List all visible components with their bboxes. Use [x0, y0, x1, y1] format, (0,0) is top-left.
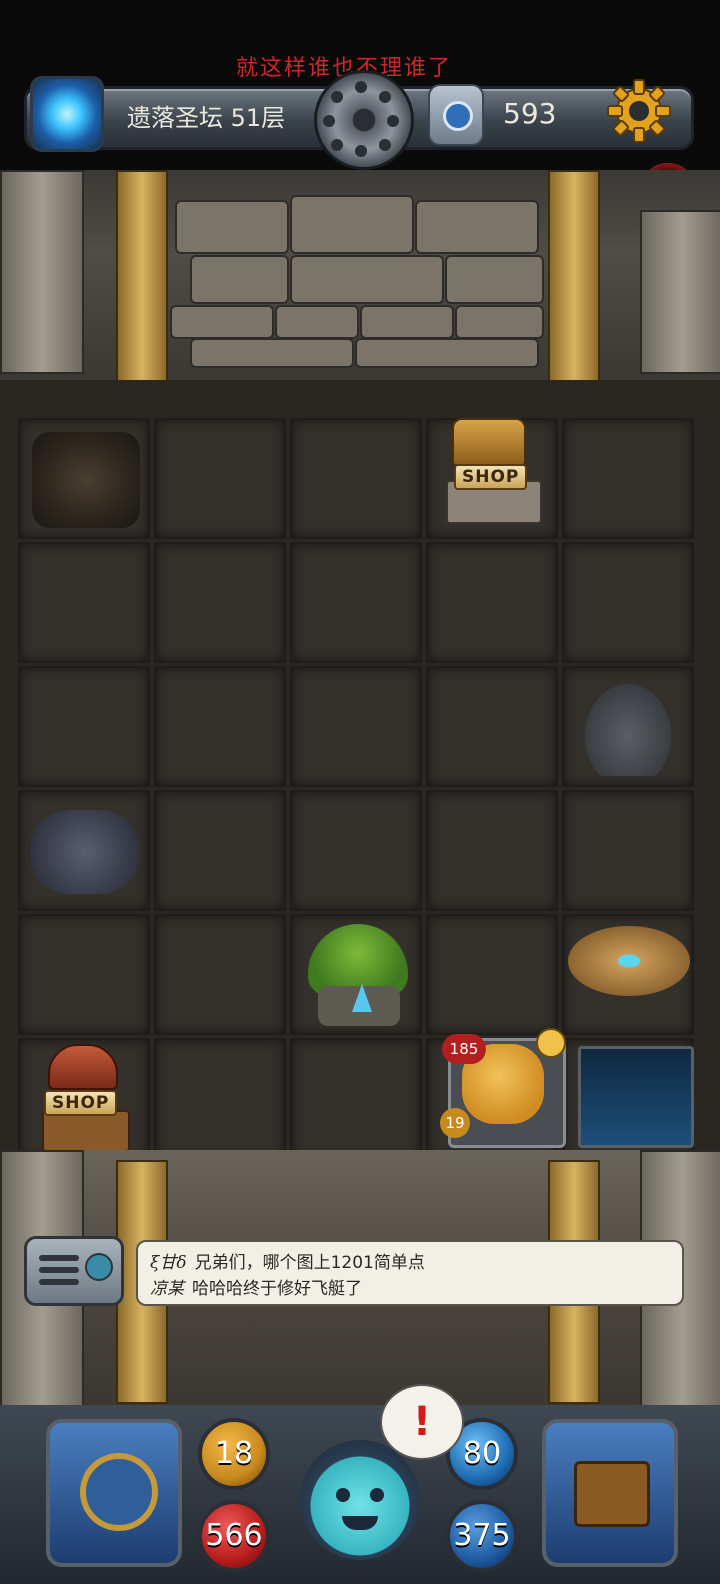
- grid-cell[interactable]: [562, 418, 694, 539]
- grid-cell[interactable]: [290, 418, 422, 539]
- grid-cell[interactable]: [290, 666, 422, 787]
- dungeon-wall: [0, 170, 720, 382]
- hero-level-bubble: 19: [440, 1108, 470, 1138]
- grid-cell[interactable]: [154, 914, 286, 1035]
- armored-blob-enemy-icon[interactable]: [30, 810, 140, 894]
- grid-cell[interactable]: [290, 1038, 422, 1159]
- grid-cell[interactable]: [290, 542, 422, 663]
- mascot-icon[interactable]: [300, 1440, 420, 1560]
- chat-message: ξ甘δ 兄弟们，哪个图上1201简单点: [150, 1248, 425, 1273]
- weapon-badge-icon: [536, 1028, 566, 1058]
- pit-hole-icon[interactable]: [32, 432, 140, 528]
- grid-cell[interactable]: [426, 790, 558, 911]
- shop-sign: SHOP: [454, 464, 528, 490]
- altar-icon[interactable]: [568, 926, 690, 996]
- alert-bubble[interactable]: !: [380, 1384, 464, 1460]
- inventory-button[interactable]: [542, 1419, 678, 1567]
- grid-cell[interactable]: [18, 914, 150, 1035]
- grid-cell[interactable]: [18, 666, 150, 787]
- chat-text: 兄弟们，哪个图上1201简单点: [194, 1253, 425, 1273]
- dungeon-grid: SHOP SHOP 185 19: [18, 418, 698, 1160]
- hero-hp-bubble: 185: [442, 1034, 486, 1064]
- grid-cell[interactable]: [562, 542, 694, 663]
- gem-icon: [428, 84, 484, 146]
- chat-sender: 凉某: [150, 1279, 184, 1299]
- reaper-statue-icon[interactable]: [578, 676, 678, 776]
- chat-message: 凉某 哈哈哈终于修好飞艇了: [150, 1274, 362, 1299]
- grid-cell[interactable]: [154, 418, 286, 539]
- floor-label: 遗落圣坛 51层: [127, 104, 286, 132]
- attack-orb: 18: [198, 1418, 270, 1490]
- mana-orb: 375: [446, 1500, 518, 1572]
- grid-cell[interactable]: [154, 542, 286, 663]
- chat-button[interactable]: [24, 1236, 124, 1306]
- grid-cell[interactable]: [154, 1038, 286, 1159]
- grid-cell[interactable]: [426, 666, 558, 787]
- hp-orb: 566: [198, 1500, 270, 1572]
- gear-icon[interactable]: [606, 78, 672, 144]
- shop-building-icon[interactable]: SHOP: [442, 418, 542, 526]
- grid-cell[interactable]: [18, 542, 150, 663]
- grid-cell[interactable]: [154, 666, 286, 787]
- dungeon-wheel-icon[interactable]: [314, 70, 414, 170]
- chat-preview[interactable]: ξ甘δ 兄弟们，哪个图上1201简单点 凉某 哈哈哈终于修好飞艇了: [136, 1240, 684, 1306]
- chat-sender: ξ甘δ: [150, 1253, 187, 1273]
- gem-count: 593: [503, 97, 557, 130]
- grid-cell[interactable]: [562, 790, 694, 911]
- grid-cell[interactable]: [426, 542, 558, 663]
- shop-sign: SHOP: [44, 1090, 118, 1116]
- chat-text: 哈哈哈终于修好飞艇了: [192, 1279, 362, 1299]
- grid-cell[interactable]: [290, 790, 422, 911]
- equipment-button[interactable]: [46, 1419, 182, 1567]
- hero-cat-icon[interactable]: 185 19: [426, 1008, 566, 1148]
- grid-cell[interactable]: [154, 790, 286, 911]
- shop-building-bottom-icon[interactable]: SHOP: [34, 1044, 134, 1152]
- crystal-cave-icon[interactable]: [304, 924, 412, 1030]
- stairs-down-icon[interactable]: [578, 1046, 694, 1148]
- portal-icon[interactable]: [30, 76, 104, 152]
